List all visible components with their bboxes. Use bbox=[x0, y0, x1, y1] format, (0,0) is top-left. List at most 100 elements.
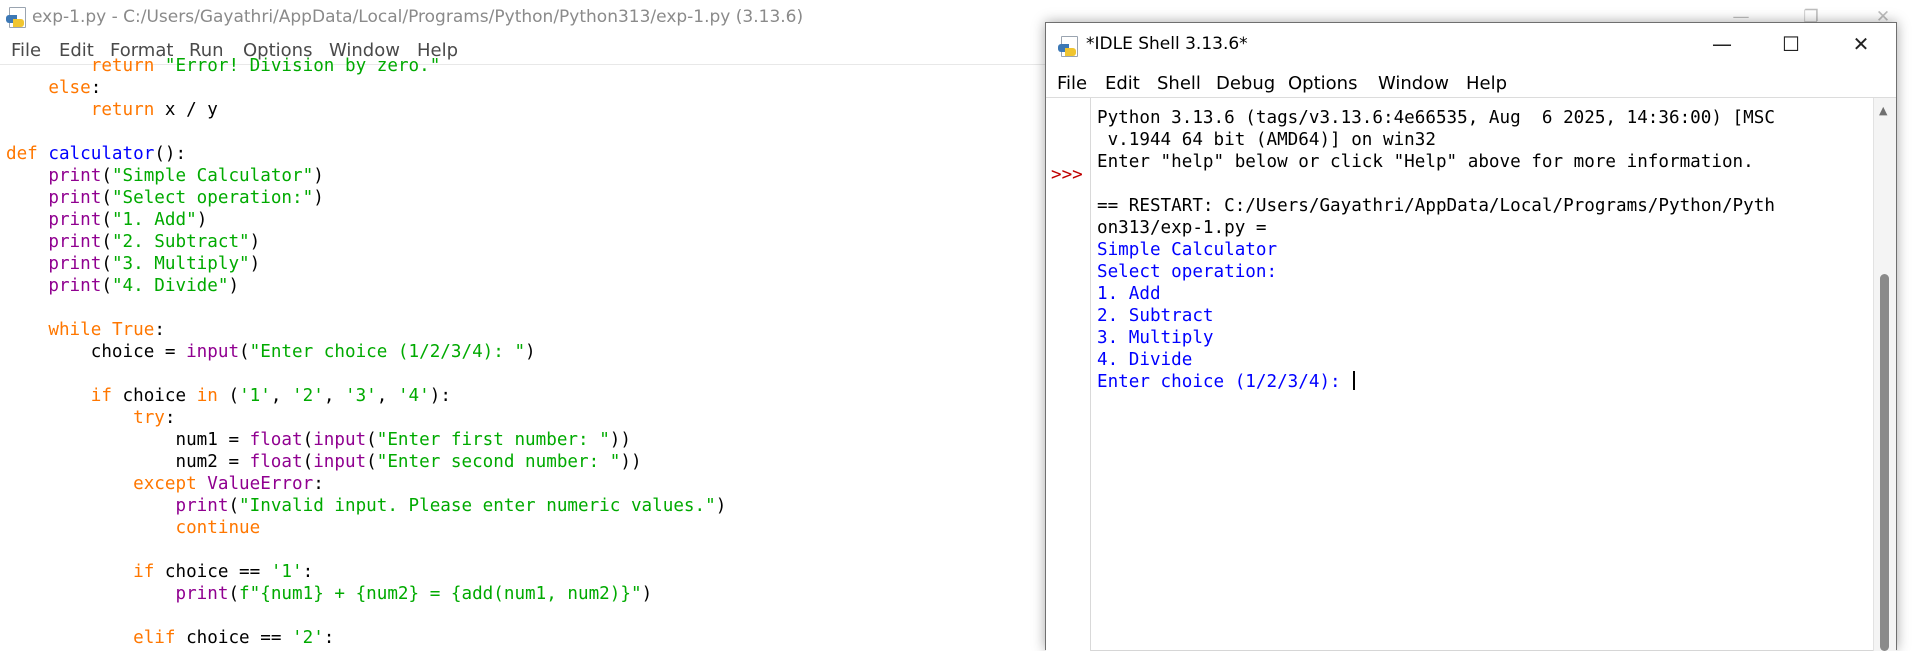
code-token: choice == bbox=[154, 562, 271, 582]
code-token: "3. Multiply" bbox=[111, 254, 250, 274]
code-token: ( bbox=[101, 232, 112, 252]
code-token: '1' bbox=[270, 562, 303, 582]
scrollbar-thumb[interactable] bbox=[1880, 274, 1889, 651]
code-token: def bbox=[6, 144, 38, 164]
code-token: while bbox=[48, 320, 102, 340]
scroll-up-arrow-icon[interactable]: ▲ bbox=[1879, 104, 1887, 117]
code-token: calculator bbox=[48, 144, 155, 164]
code-token: , bbox=[323, 386, 345, 406]
code-line: elif choice == '2': bbox=[6, 627, 334, 649]
code-token: input bbox=[313, 430, 367, 450]
code-line: try: bbox=[6, 407, 175, 429]
shell-line: 1. Add bbox=[1097, 284, 1161, 304]
code-token: '4' bbox=[397, 386, 430, 406]
shell-line: Enter choice (1/2/3/4): bbox=[1097, 371, 1356, 393]
code-token: ( bbox=[366, 452, 377, 472]
shell-titlebar[interactable]: *IDLE Shell 3.13.6* — ☐ ✕ bbox=[1046, 23, 1896, 67]
code-token: ) bbox=[228, 276, 240, 296]
code-line: print("3. Multiply") bbox=[6, 253, 260, 275]
shell-window-title: *IDLE Shell 3.13.6* bbox=[1086, 34, 1248, 54]
code-token: choice = bbox=[6, 342, 187, 362]
editor-window-title: exp-1.py - C:/Users/Gayathri/AppData/Loc… bbox=[32, 7, 804, 27]
shell-menu-help[interactable]: Help bbox=[1466, 73, 1507, 94]
code-token: return bbox=[90, 100, 155, 120]
code-token: : bbox=[313, 474, 324, 494]
shell-line: 3. Multiply bbox=[1097, 328, 1214, 348]
code-line: print(f"{num1} + {num2} = {add(num1, num… bbox=[6, 583, 652, 605]
code-token: '3' bbox=[345, 386, 377, 406]
shell-menu-file[interactable]: File bbox=[1057, 73, 1087, 94]
shell-menu-edit[interactable]: Edit bbox=[1105, 73, 1140, 94]
code-token: "Enter first number: " bbox=[376, 430, 610, 450]
code-token: continue bbox=[175, 518, 261, 538]
code-token: print bbox=[48, 254, 102, 274]
code-token: ) bbox=[249, 254, 261, 274]
code-token: : bbox=[154, 320, 165, 340]
shell-menu-shell[interactable]: Shell bbox=[1157, 73, 1201, 94]
code-token: ( bbox=[366, 430, 377, 450]
code-token: ( bbox=[302, 452, 314, 472]
python-idle-icon bbox=[1058, 35, 1080, 57]
code-token: '2' bbox=[292, 386, 324, 406]
code-token: ( bbox=[101, 188, 112, 208]
code-token: ) bbox=[196, 210, 208, 230]
code-token: float bbox=[249, 430, 303, 450]
code-editor[interactable]: return "Error! Division by zero." else: … bbox=[6, 55, 1046, 649]
code-token: : bbox=[90, 78, 102, 98]
code-token: print bbox=[48, 166, 102, 186]
code-token: print bbox=[48, 210, 102, 230]
shell-body: >>> Python 3.13.6 (tags/v3.13.6:4e66535,… bbox=[1046, 97, 1896, 651]
code-line: return "Error! Division by zero." bbox=[6, 55, 441, 77]
code-token: except bbox=[133, 474, 197, 494]
code-token: choice == bbox=[175, 628, 293, 648]
code-token: input bbox=[313, 452, 367, 472]
code-token: ValueError bbox=[207, 474, 314, 494]
vertical-scrollbar[interactable]: ▲ bbox=[1873, 98, 1896, 651]
code-token: if bbox=[90, 386, 112, 406]
code-token: "Invalid input. Please enter numeric val… bbox=[239, 496, 716, 516]
code-line: num1 = float(input("Enter first number: … bbox=[6, 429, 631, 451]
shell-output[interactable]: Python 3.13.6 (tags/v3.13.6:4e66535, Aug… bbox=[1097, 107, 1917, 647]
code-token: elif bbox=[133, 628, 176, 648]
code-token: ( bbox=[228, 584, 240, 604]
shell-line: Simple Calculator bbox=[1097, 240, 1278, 260]
code-token: '1' bbox=[239, 386, 271, 406]
code-token: print bbox=[48, 232, 102, 252]
code-token: print bbox=[48, 188, 102, 208]
code-token: f"{num1} + {num2} = {add(num1, num2)}" bbox=[239, 584, 642, 604]
shell-menu-window[interactable]: Window bbox=[1378, 73, 1449, 94]
code-token: ) bbox=[313, 188, 324, 208]
code-token: choice bbox=[111, 386, 197, 406]
code-line: if choice == '1': bbox=[6, 561, 313, 583]
code-line: num2 = float(input("Enter second number:… bbox=[6, 451, 642, 473]
code-line: print("Invalid input. Please enter numer… bbox=[6, 495, 726, 517]
minimize-icon[interactable]: — bbox=[1693, 23, 1751, 67]
shell-line: 4. Divide bbox=[1097, 350, 1193, 370]
code-token: True bbox=[111, 320, 155, 340]
shell-line: on313/exp-1.py = bbox=[1097, 218, 1267, 238]
shell-menu-debug[interactable]: Debug bbox=[1216, 73, 1275, 94]
shell-line: Select operation: bbox=[1097, 262, 1278, 282]
code-token: )) bbox=[620, 452, 642, 472]
text-cursor bbox=[1353, 371, 1356, 390]
code-token: x / y bbox=[154, 100, 218, 120]
code-token: , bbox=[376, 386, 398, 406]
code-token: "Error! Division by zero." bbox=[164, 56, 441, 76]
code-line: print("Select operation:") bbox=[6, 187, 324, 209]
code-token: '2' bbox=[292, 628, 324, 648]
close-icon[interactable]: ✕ bbox=[1832, 23, 1890, 67]
code-token: ) bbox=[249, 232, 261, 252]
shell-menu-options[interactable]: Options bbox=[1288, 73, 1357, 94]
maximize-icon[interactable]: ☐ bbox=[1762, 23, 1820, 67]
shell-line: Python 3.13.6 (tags/v3.13.6:4e66535, Aug… bbox=[1097, 108, 1775, 128]
